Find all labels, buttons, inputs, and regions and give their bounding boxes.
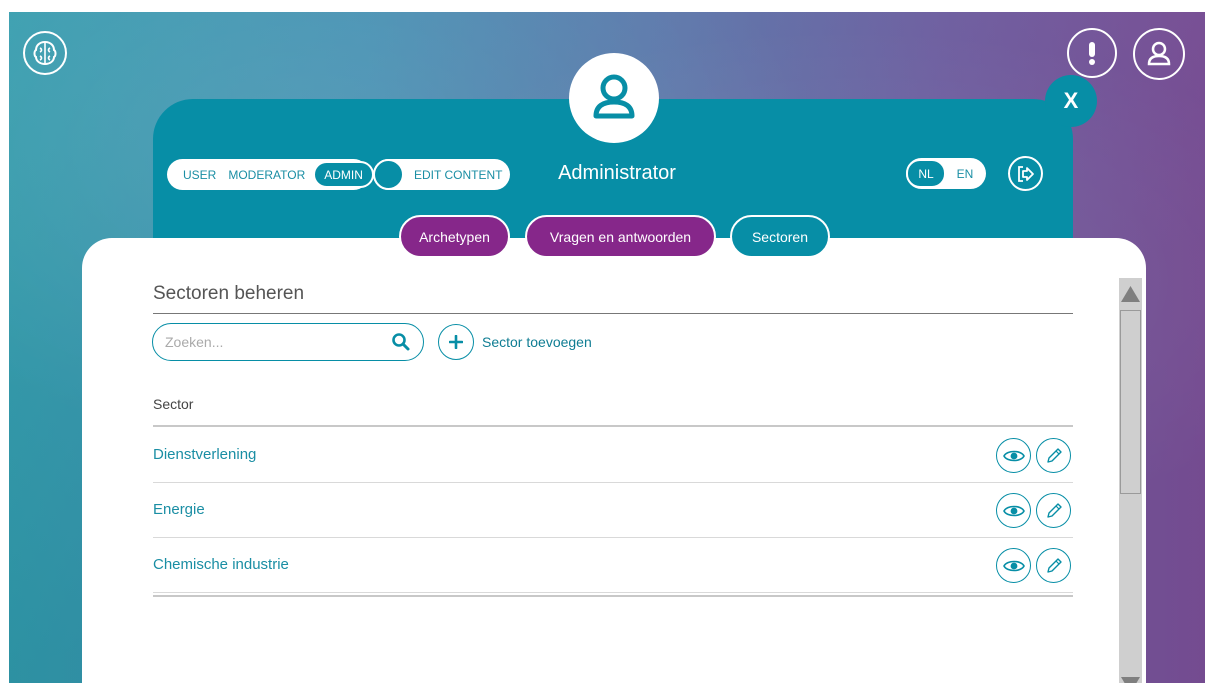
eye-icon [1002,505,1025,516]
user-icon [593,74,635,119]
brain-icon [33,40,57,66]
sector-name[interactable]: Energie [153,501,205,518]
sector-name[interactable]: Chemische industrie [153,556,289,573]
eye-icon [1002,560,1025,571]
tab-vragen-en-antwoorden[interactable]: Vragen en antwoorden [525,215,716,258]
edit-content-label: EDIT CONTENT [414,167,503,182]
role-moderator[interactable]: MODERATOR [222,168,311,182]
content-card: Sectoren beheren Sector toevoegen Sector… [82,238,1146,683]
alert-icon [1089,42,1095,65]
user-icon [1147,41,1171,66]
pencil-icon [1046,557,1062,573]
language-switcher: NL EN [906,158,986,189]
column-header-sector: Sector [153,396,194,412]
view-button[interactable] [996,548,1031,583]
edit-content-toggle[interactable]: EDIT CONTENT [373,159,510,190]
plus-icon [449,335,463,349]
language-en[interactable]: EN [946,167,984,181]
background-stage: X USER MODERATOR ADMIN EDIT CONTENT Admi… [9,12,1205,683]
table-row: Energie [153,483,1073,538]
eye-icon [1002,450,1025,461]
edit-button[interactable] [1036,493,1071,528]
logout-icon [1017,165,1034,182]
table-row: Chemische industrie [153,538,1073,593]
user-account-button[interactable] [1133,28,1185,80]
title-divider [153,313,1073,314]
vertical-scrollbar[interactable] [1119,278,1142,683]
page-role-title: Administrator [558,162,676,184]
view-button[interactable] [996,438,1031,473]
admin-avatar [569,53,659,143]
search-input[interactable] [165,334,391,350]
table-bottom-divider [153,595,1073,597]
scrollbar-thumb[interactable] [1120,310,1141,494]
view-button[interactable] [996,493,1031,528]
language-nl[interactable]: NL [906,159,946,188]
scroll-down-arrow-icon[interactable] [1119,675,1142,683]
edit-button[interactable] [1036,548,1071,583]
scroll-up-arrow-icon[interactable] [1119,284,1142,304]
tab-archetypen[interactable]: Archetypen [399,215,510,258]
pencil-icon [1046,447,1062,463]
add-sector-link[interactable]: Sector toevoegen [482,334,592,350]
search-icon[interactable] [391,332,411,352]
brain-logo-button[interactable] [23,31,67,75]
toggle-knob [373,159,404,190]
add-sector-button[interactable] [438,324,474,360]
header-divider [153,425,1073,427]
close-button[interactable]: X [1045,75,1097,127]
role-user[interactable]: USER [177,168,222,182]
pencil-icon [1046,502,1062,518]
search-box [152,323,424,361]
tab-sectoren[interactable]: Sectoren [730,215,830,258]
table-row: Dienstverlening [153,428,1073,483]
logout-button[interactable] [1008,156,1043,191]
edit-button[interactable] [1036,438,1071,473]
role-switcher: USER MODERATOR ADMIN [167,159,374,190]
alert-button[interactable] [1067,28,1117,78]
section-title: Sectoren beheren [153,283,305,304]
sector-name[interactable]: Dienstverlening [153,446,256,463]
role-admin[interactable]: ADMIN [313,161,374,188]
